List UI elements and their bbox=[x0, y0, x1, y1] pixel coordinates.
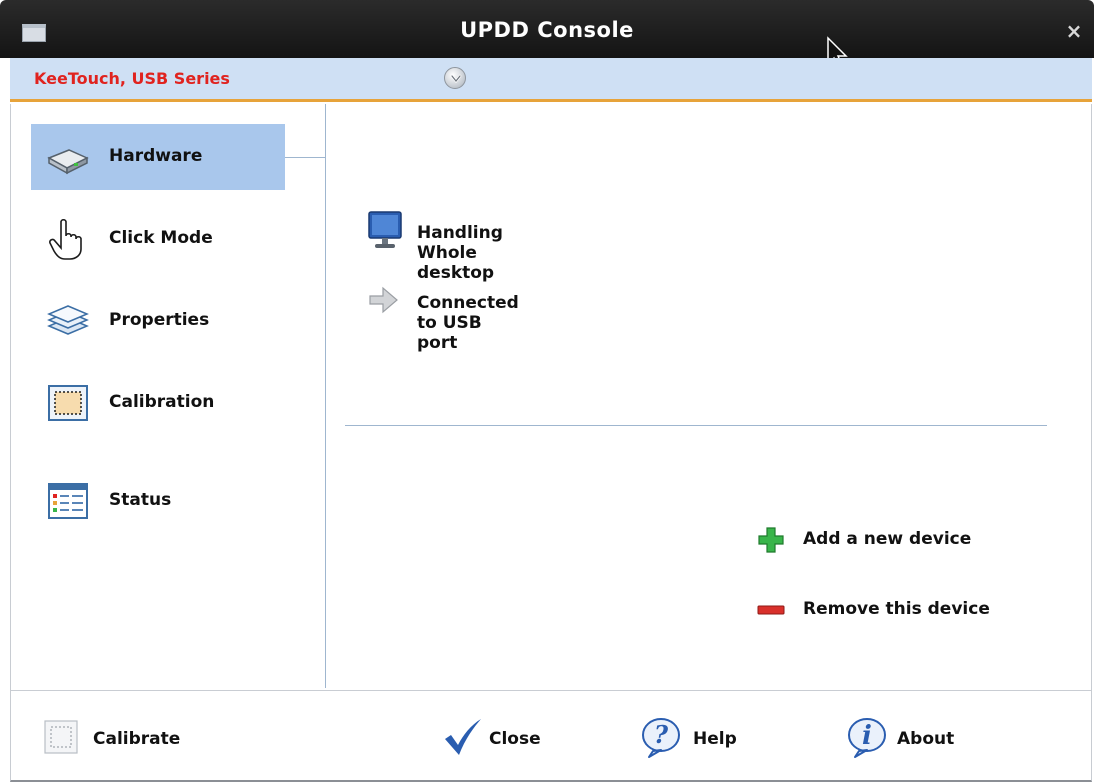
selection-connector bbox=[285, 157, 326, 158]
hard-drive-icon bbox=[47, 149, 89, 175]
sidebar: Hardware Click Mode Properties Calibrati… bbox=[11, 104, 326, 688]
about-button[interactable]: i About bbox=[847, 715, 967, 759]
sidebar-item-calibration[interactable]: Calibration bbox=[31, 370, 285, 436]
section-divider bbox=[345, 425, 1047, 426]
close-button[interactable]: Close bbox=[441, 715, 561, 759]
monitor-icon bbox=[368, 211, 402, 248]
layers-icon bbox=[47, 305, 89, 335]
close-label: Close bbox=[489, 729, 541, 749]
help-button[interactable]: ? Help bbox=[641, 715, 751, 759]
hand-pointer-icon bbox=[49, 218, 82, 260]
chevron-down-circle-icon[interactable] bbox=[444, 67, 466, 89]
connection-label: Connected to USB port bbox=[417, 293, 519, 353]
calibration-frame-icon bbox=[44, 720, 78, 754]
sidebar-item-hardware[interactable]: Hardware bbox=[31, 124, 285, 190]
window-title: UPDD Console bbox=[460, 18, 634, 42]
arrow-right-icon bbox=[369, 286, 398, 314]
sidebar-item-label: Properties bbox=[109, 310, 210, 330]
sidebar-item-label: Calibration bbox=[109, 392, 215, 412]
bottom-toolbar: Calibrate Close ? Help i About bbox=[10, 690, 1092, 782]
checkmark-icon bbox=[445, 719, 481, 755]
add-device-label: Add a new device bbox=[803, 529, 972, 549]
info-icon: i bbox=[848, 718, 886, 758]
calibrate-label: Calibrate bbox=[93, 729, 181, 749]
calibration-frame-icon bbox=[48, 385, 88, 421]
remove-device-label: Remove this device bbox=[803, 599, 990, 619]
handling-label: Handling Whole desktop bbox=[417, 223, 503, 283]
device-bar: KeeTouch, USB Series bbox=[10, 58, 1092, 102]
sidebar-item-click-mode[interactable]: Click Mode bbox=[31, 206, 285, 272]
svg-text:?: ? bbox=[654, 720, 669, 749]
sidebar-item-label: Click Mode bbox=[109, 228, 213, 248]
device-name: KeeTouch, USB Series bbox=[34, 69, 230, 88]
title-bar: UPDD Console × bbox=[0, 0, 1094, 58]
about-label: About bbox=[897, 729, 955, 749]
sidebar-item-label: Hardware bbox=[109, 146, 203, 166]
minus-icon bbox=[757, 605, 785, 615]
plus-icon bbox=[758, 527, 784, 553]
help-label: Help bbox=[693, 729, 737, 749]
close-icon[interactable]: × bbox=[1064, 21, 1084, 41]
status-list-icon bbox=[48, 483, 88, 519]
svg-text:i: i bbox=[862, 721, 872, 751]
sidebar-item-label: Status bbox=[109, 490, 172, 510]
sidebar-item-status[interactable]: Status bbox=[31, 468, 285, 534]
help-icon: ? bbox=[642, 718, 680, 758]
sidebar-item-properties[interactable]: Properties bbox=[31, 288, 285, 354]
calibrate-button[interactable]: Calibrate bbox=[41, 715, 201, 759]
main-panel: Hardware Click Mode Properties Calibrati… bbox=[10, 104, 1092, 690]
